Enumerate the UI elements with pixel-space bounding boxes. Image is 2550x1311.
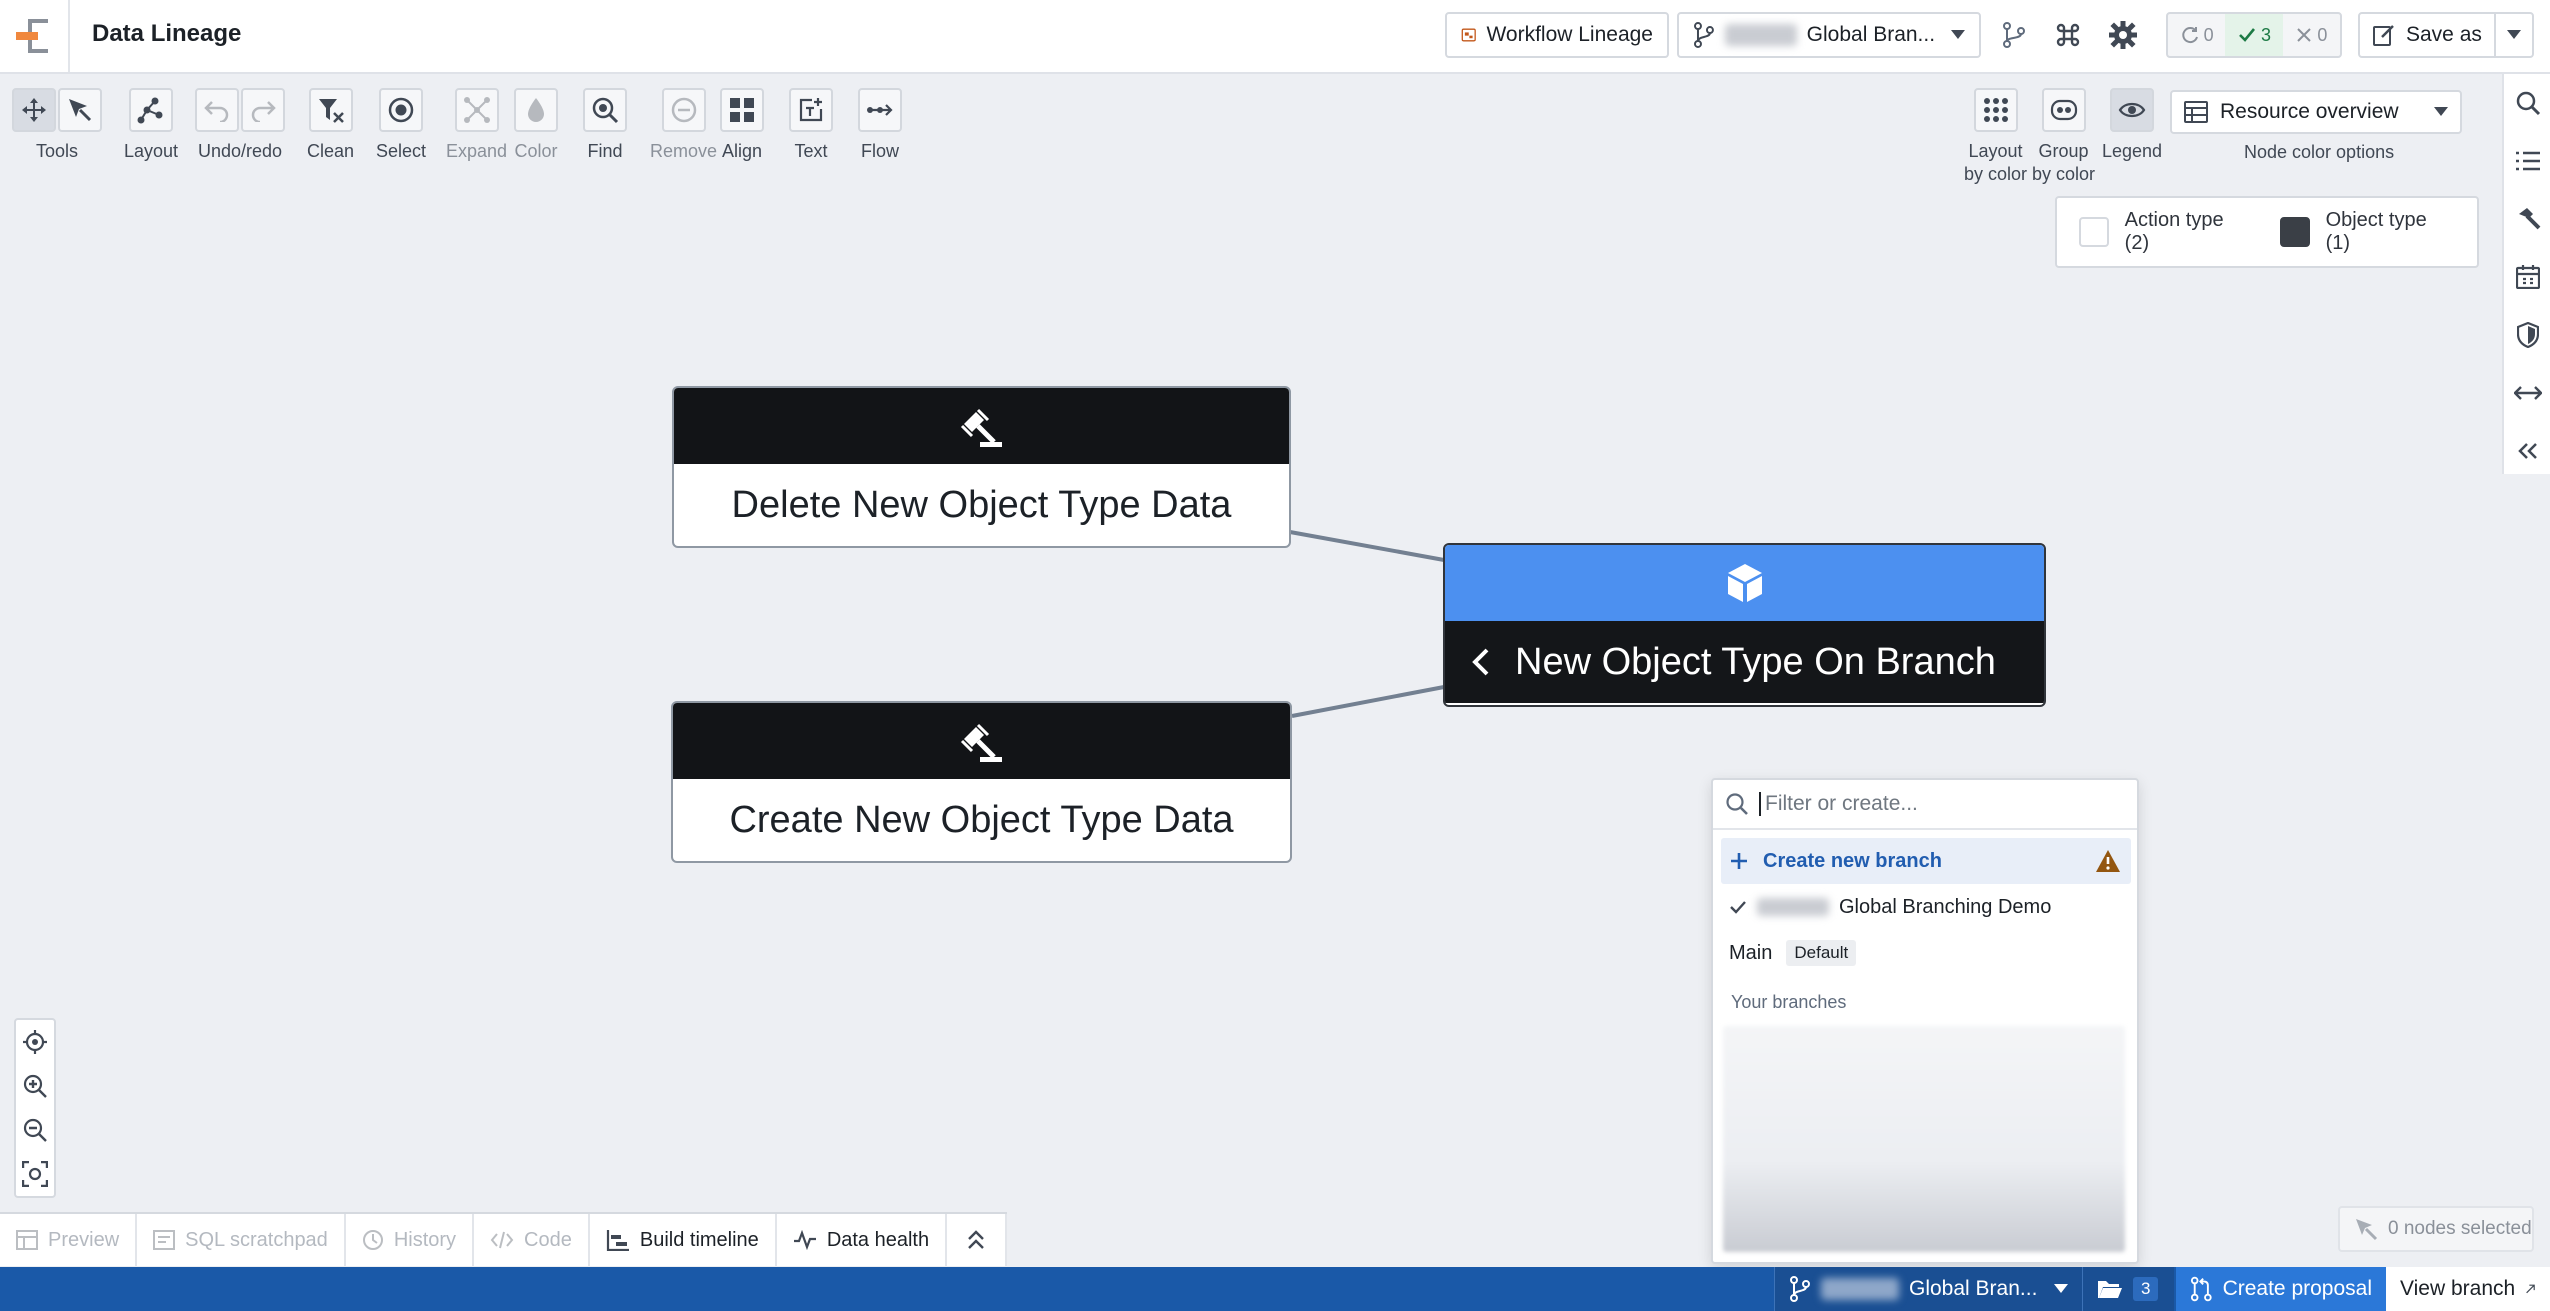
tab-data-health-label: Data health [826, 1228, 930, 1251]
nodes-selected-label: 0 nodes selected [2388, 1218, 2532, 1239]
node-header [673, 703, 1290, 779]
plus-icon [1731, 853, 1747, 869]
edge-delete-to-object[interactable] [1289, 530, 1445, 562]
history-icon [362, 1230, 383, 1250]
pull-request-icon [2190, 1276, 2212, 1302]
check-icon [1730, 901, 1746, 914]
nodes-selected-indicator: 0 nodes selected [2338, 1206, 2534, 1252]
cube-icon [1727, 564, 1762, 602]
graph-edges [1289, 530, 1445, 718]
fit-screen-icon [22, 1161, 48, 1187]
search-icon [1726, 793, 1748, 815]
warning-icon [2096, 850, 2120, 872]
external-arrow-icon [2526, 1284, 2535, 1294]
statusbar-branch-label: Global Bran... [1909, 1277, 2038, 1300]
statusbar-count-badge: 3 [2133, 1277, 2159, 1301]
gavel-action-icon [960, 723, 1002, 762]
zoom-out-button[interactable] [16, 1108, 54, 1152]
create-new-branch-label: Create new branch [1763, 849, 1942, 872]
tab-code[interactable]: Code [474, 1214, 590, 1266]
fit-to-screen-button[interactable] [16, 1152, 54, 1196]
tab-code-label: Code [524, 1228, 572, 1251]
tab-history-label: History [393, 1228, 457, 1251]
blurred-branch-prefix [1757, 898, 1829, 916]
chevron-left-icon[interactable] [1471, 647, 1491, 677]
blurred-branch-prefix [1821, 1278, 1899, 1300]
default-badge: Default [1786, 940, 1857, 966]
double-chevron-up-icon [968, 1230, 984, 1249]
locate-icon [23, 1030, 47, 1054]
branch-dropdown: Create new branch Global Branching Demo … [1711, 778, 2139, 1264]
table-icon [16, 1230, 38, 1250]
statusbar-branch-selector[interactable]: Global Bran... [1774, 1267, 2082, 1311]
caret-down-icon [2054, 1284, 2068, 1293]
sql-icon [153, 1230, 176, 1250]
zoom-out-icon [23, 1118, 47, 1142]
main-branch-label: Main [1729, 941, 1773, 964]
zoom-in-icon [23, 1074, 47, 1098]
your-branches-heading: Your branches [1731, 992, 1847, 1012]
tab-sql-scratchpad[interactable]: SQL scratchpad [137, 1214, 346, 1266]
tab-preview[interactable]: Preview [0, 1214, 138, 1266]
node-object-label: New Object Type On Branch [1515, 640, 1996, 683]
status-bar: Global Bran... 3 Create proposal View br… [0, 1267, 2550, 1311]
pulse-icon [793, 1230, 816, 1250]
selected-branch-label: Global Branching Demo [1839, 895, 2052, 918]
tab-data-health[interactable]: Data health [776, 1214, 948, 1266]
git-branch-icon [1790, 1276, 1810, 1302]
code-icon [490, 1231, 514, 1249]
view-branch-label: View branch [2400, 1277, 2516, 1300]
create-proposal-button[interactable]: Create proposal [2176, 1267, 2386, 1311]
node-create-action[interactable]: Create New Object Type Data [671, 701, 1292, 863]
edge-create-to-object[interactable] [1291, 685, 1445, 718]
create-proposal-label: Create proposal [2222, 1277, 2372, 1300]
bottom-panel-tabs: Preview SQL scratchpad History Code Buil… [0, 1212, 1008, 1266]
expand-panel-button[interactable] [947, 1214, 1008, 1266]
node-header [1445, 545, 2044, 621]
tab-sql-label: SQL scratchpad [185, 1228, 328, 1251]
folder-open-icon [2098, 1281, 2122, 1298]
view-branch-button[interactable]: View branch [2386, 1267, 2550, 1311]
tab-history[interactable]: History [345, 1214, 475, 1266]
tab-build-timeline[interactable]: Build timeline [589, 1214, 777, 1266]
gavel-action-icon [960, 408, 1002, 447]
timeline-icon [606, 1230, 629, 1251]
node-delete-label: Delete New Object Type Data [731, 483, 1232, 526]
blurred-branch-list [1723, 1026, 2125, 1252]
branch-filter [1713, 780, 2137, 830]
zoom-in-button[interactable] [16, 1064, 54, 1108]
zoom-controls [14, 1018, 56, 1198]
tab-preview-label: Preview [48, 1228, 120, 1251]
node-create-label: Create New Object Type Data [729, 798, 1234, 841]
branch-item-selected[interactable]: Global Branching Demo [1721, 884, 2131, 930]
node-object-body: New Object Type On Branch [1445, 621, 2044, 703]
node-header [674, 388, 1289, 464]
statusbar-folder-count[interactable]: 3 [2082, 1267, 2174, 1311]
select-arrow-icon [2356, 1219, 2378, 1241]
recenter-button[interactable] [16, 1020, 54, 1064]
node-delete-action[interactable]: Delete New Object Type Data [672, 386, 1291, 548]
node-object-type[interactable]: New Object Type On Branch [1443, 543, 2046, 707]
branch-item-main[interactable]: Main Default [1721, 930, 2131, 976]
branch-filter-input[interactable] [1759, 792, 2099, 816]
tab-build-timeline-label: Build timeline [639, 1228, 759, 1251]
create-new-branch-item[interactable]: Create new branch [1721, 838, 2131, 884]
